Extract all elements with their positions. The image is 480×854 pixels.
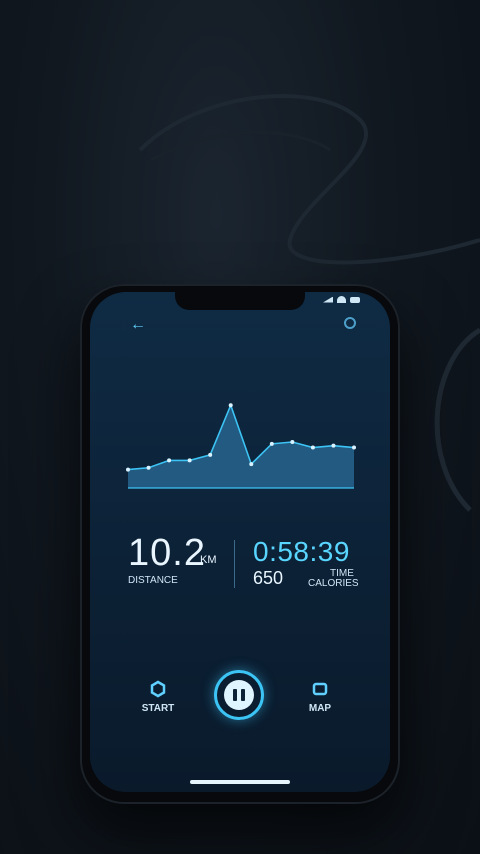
phone-screen: ← 10.2 KM DISTANCE 0:58:39 TIME 650 CALO…	[90, 292, 390, 792]
calories-label: CALORIES	[308, 578, 359, 589]
wifi-icon	[337, 296, 346, 303]
map-button[interactable]: MAP	[300, 680, 340, 714]
distance-value: 10.2	[128, 532, 206, 574]
pace-chart	[126, 402, 356, 489]
map-icon	[312, 682, 328, 696]
chart-point	[269, 441, 274, 446]
hexagon-icon	[150, 680, 166, 698]
map-label: MAP	[308, 703, 332, 714]
chart-point	[146, 465, 151, 470]
chart-point	[126, 467, 130, 472]
pause-icon	[224, 680, 254, 710]
calories-value: 650	[253, 568, 284, 588]
chart-point	[249, 462, 254, 467]
notch	[175, 292, 305, 310]
time-value: 0:58:39	[253, 536, 350, 567]
start-button[interactable]: START	[138, 680, 178, 714]
chart-point	[310, 445, 315, 450]
chart-point	[290, 440, 295, 444]
pause-button[interactable]	[214, 670, 264, 720]
battery-icon	[350, 296, 360, 303]
distance-unit: KM	[200, 554, 217, 566]
chart-point	[352, 445, 356, 450]
settings-icon[interactable]	[344, 317, 356, 329]
chart-point	[208, 452, 213, 457]
chart-point	[187, 458, 192, 463]
signal-icon	[323, 296, 333, 303]
stats-divider	[234, 540, 235, 588]
arrow-left-icon[interactable]: ←	[130, 316, 146, 334]
status-bar	[323, 296, 360, 303]
chart-point	[228, 403, 233, 408]
distance-label: DISTANCE	[128, 575, 178, 586]
home-indicator	[190, 780, 290, 784]
chart-point	[167, 458, 172, 463]
start-label: START	[141, 703, 175, 714]
chart-point	[331, 443, 336, 448]
phone-device: ← 10.2 KM DISTANCE 0:58:39 TIME 650 CALO…	[80, 284, 400, 804]
